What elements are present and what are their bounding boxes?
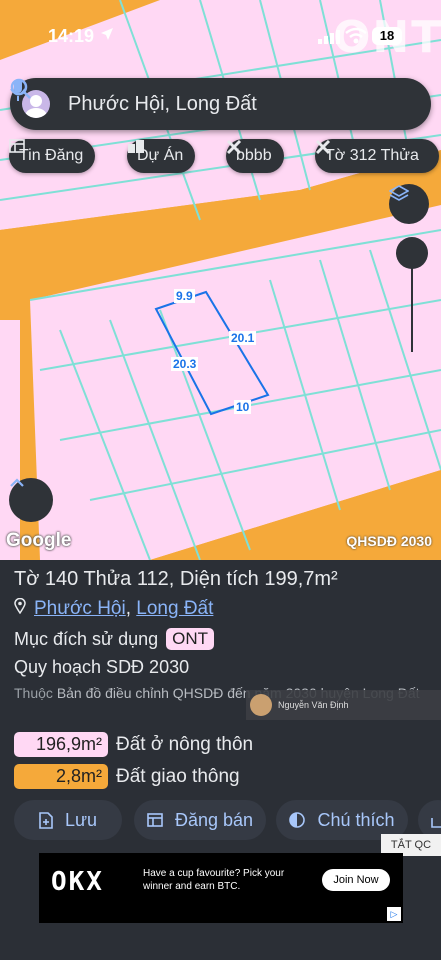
dimension-bottom: 10 — [234, 400, 252, 414]
usage-label: Đất giao thông — [116, 765, 240, 787]
chip-to-312[interactable]: Tờ 312 Thửa — [315, 139, 439, 173]
chip-bbbb[interactable]: bbbb — [226, 139, 284, 173]
usage-label: Đất ở nông thôn — [116, 733, 254, 755]
usage-amount: 196,9m² — [14, 732, 108, 757]
post-sale-label: Đăng bán — [174, 809, 254, 830]
save-icon — [39, 811, 53, 829]
map-view[interactable]: 9.9 20.1 20.3 10 ONT 14:19 18 Phước Hội,… — [0, 0, 441, 560]
location-pin-icon — [14, 597, 26, 620]
parcel-location: Phước Hội, Long Đất — [14, 597, 213, 620]
author-watermark: Nguyễn Văn Định — [246, 690, 441, 720]
tools-icon — [226, 139, 242, 155]
chevron-up-icon — [10, 478, 24, 487]
chip-tin-dang[interactable]: Tin Đăng — [9, 139, 96, 173]
chip-label: Tờ 312 Thửa — [325, 147, 419, 164]
usage-row: 196,9m² Đất ở nông thôn — [14, 732, 253, 757]
location-separator: , — [125, 598, 131, 619]
source-prefix: Thuộc — [14, 685, 53, 701]
layers-button[interactable] — [389, 184, 429, 224]
purpose-badge: ONT — [166, 628, 215, 650]
google-attribution: Google — [6, 530, 72, 551]
listing-icon — [9, 139, 25, 153]
post-sale-button[interactable]: Đăng bán — [134, 800, 266, 840]
layer-label: QHSDĐ 2030 — [346, 533, 432, 549]
author-avatar — [250, 694, 272, 716]
search-input[interactable]: Phước Hội, Long Đất — [68, 93, 403, 116]
search-bar[interactable]: Phước Hội, Long Đất — [10, 78, 431, 130]
save-button[interactable]: Lưu — [14, 800, 122, 840]
usage-amount: 2,8m² — [14, 764, 108, 789]
share-icon — [431, 818, 441, 828]
tools-icon — [315, 139, 331, 155]
legend-label: Chú thích — [317, 809, 395, 830]
save-label: Lưu — [64, 809, 98, 830]
chip-label: Tin Đăng — [19, 147, 84, 164]
ward-link[interactable]: Phước Hội — [34, 598, 126, 620]
usage-row: 2,8m² Đất giao thông — [14, 764, 240, 789]
ad-banner[interactable]: OKX Have a cup favourite? Pick your winn… — [39, 853, 403, 923]
purpose-label: Mục đích sử dụng — [14, 628, 159, 649]
dimension-left: 20.3 — [171, 357, 199, 371]
status-bar: 14:19 18 — [0, 22, 441, 52]
contrast-icon — [289, 812, 306, 828]
chip-du-an[interactable]: Dự Án — [127, 139, 196, 173]
dimension-top: 9.9 — [174, 289, 195, 303]
district-link[interactable]: Long Đất — [136, 598, 213, 620]
opacity-slider-track[interactable] — [411, 268, 413, 352]
author-name: Nguyễn Văn Định — [278, 700, 349, 710]
ad-cta-button[interactable]: Join Now — [322, 869, 390, 891]
ad-brand-logo: OKX — [51, 867, 104, 897]
listing-icon — [147, 813, 163, 827]
building-icon — [128, 140, 144, 153]
expand-button[interactable] — [9, 478, 53, 522]
ad-text: Have a cup favourite? Pick your winner a… — [143, 868, 285, 892]
battery-indicator: 18 — [372, 27, 402, 45]
land-purpose: Mục đích sử dụng ONT — [14, 628, 215, 650]
opacity-slider-handle[interactable] — [396, 237, 428, 269]
status-time: 14:19 — [48, 26, 95, 46]
dimension-right: 20.1 — [229, 331, 257, 345]
adchoices-icon[interactable]: ▷ — [387, 907, 401, 921]
parcel-title: Tờ 140 Thửa 112, Diện tích 199,7m² — [14, 568, 338, 590]
layers-icon — [389, 185, 409, 201]
plan-label: Quy hoạch SDĐ 2030 — [14, 657, 190, 677]
